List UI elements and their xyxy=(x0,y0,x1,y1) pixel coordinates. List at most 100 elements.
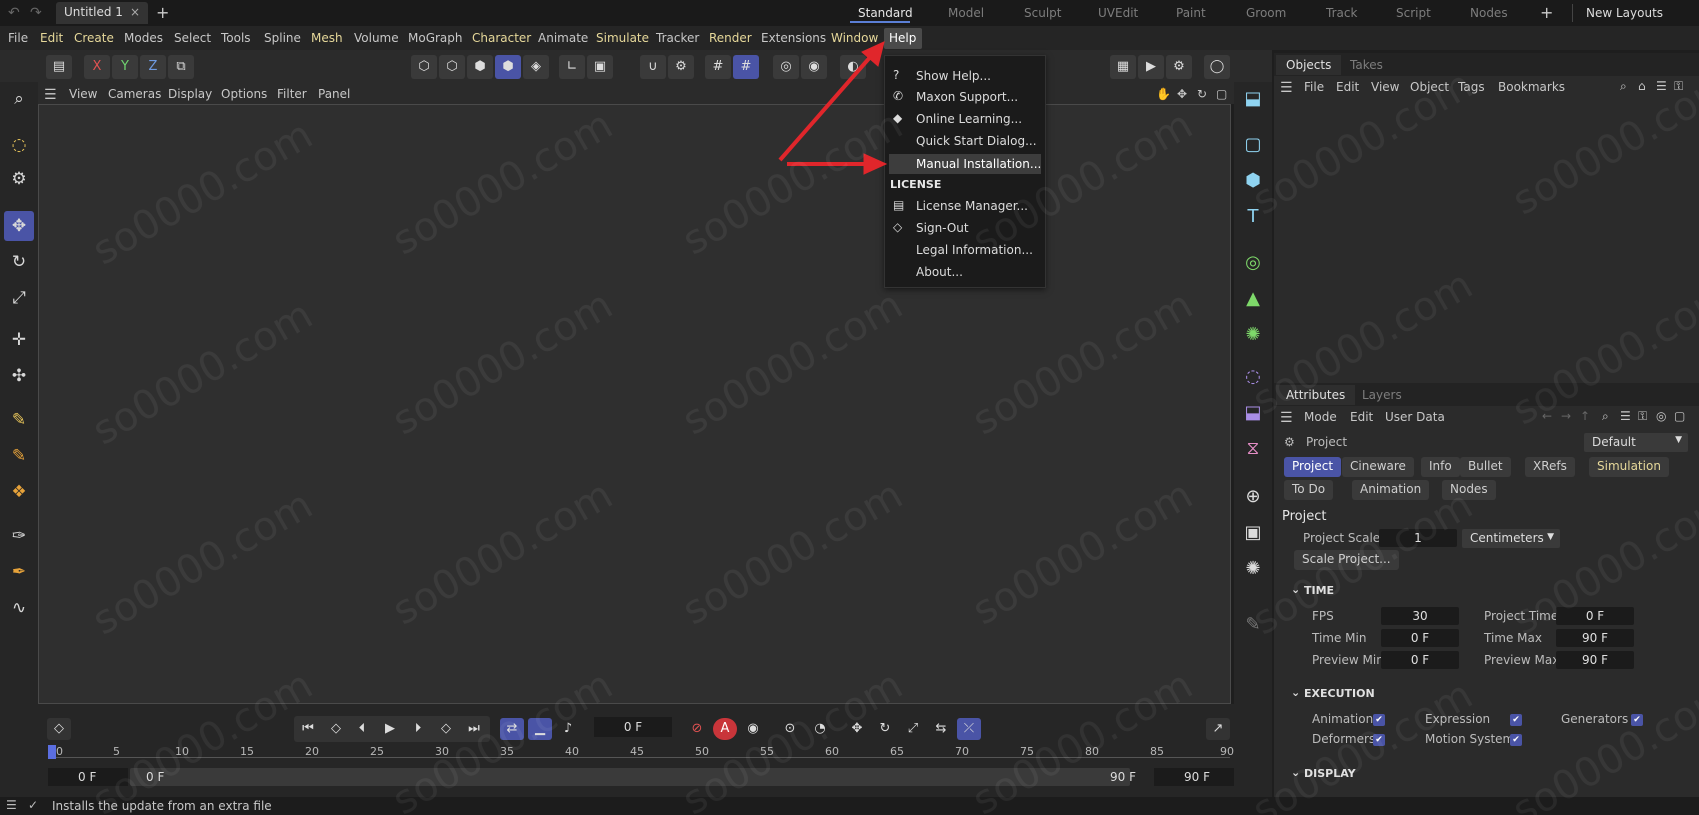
viewport-menu-cameras[interactable]: Cameras xyxy=(108,87,161,101)
execution-section-chevron[interactable]: ⌄ xyxy=(1291,686,1300,699)
selection-tool-icon[interactable]: ◌ xyxy=(4,130,34,160)
current-frame-field[interactable]: 0 F xyxy=(594,717,672,737)
fps-input[interactable]: 30 xyxy=(1381,607,1459,625)
camera-object-icon[interactable]: ⬓ xyxy=(1238,84,1268,114)
polygons-mode-icon[interactable]: ⬢ xyxy=(467,55,493,79)
model-mode-icon[interactable]: ⬢ xyxy=(495,55,521,79)
playhead[interactable] xyxy=(48,745,56,759)
effector-icon[interactable]: ✺ xyxy=(1238,320,1268,350)
new-layouts-menu[interactable]: New Layouts xyxy=(1586,6,1663,20)
attributes-menu-edit[interactable]: Edit xyxy=(1350,410,1373,424)
points-mode-icon[interactable]: ⬡ xyxy=(411,55,437,79)
render-settings-icon[interactable]: ◉ xyxy=(801,55,827,79)
pill-project[interactable]: Project xyxy=(1284,457,1342,477)
render-settings-edit-icon[interactable]: ⚙ xyxy=(1166,55,1192,79)
snap-tool-icon[interactable]: ✣ xyxy=(4,361,34,391)
prev-frame-icon[interactable]: ⏴ xyxy=(350,718,374,740)
menu-create[interactable]: Create xyxy=(74,31,114,45)
viewport-menu-panel[interactable]: Panel xyxy=(318,87,350,101)
brush-icon[interactable]: ✑ xyxy=(4,521,34,551)
snap-settings-icon[interactable]: ⚙ xyxy=(668,55,694,79)
preview-min-input[interactable]: 0 F xyxy=(1381,651,1459,669)
timeline-expand-icon[interactable]: ↗ xyxy=(1206,718,1230,740)
menu-mesh[interactable]: Mesh xyxy=(311,31,343,45)
unit-dropdown[interactable]: Centimeters ▼ xyxy=(1462,529,1560,548)
objects-menu-bookmarks[interactable]: Bookmarks xyxy=(1498,80,1565,94)
render-picture-viewer-icon[interactable]: ▶ xyxy=(1138,55,1164,79)
up-icon[interactable]: ↑ xyxy=(1580,409,1590,423)
undo-stack-icon[interactable]: ▤ xyxy=(46,55,72,79)
play-icon[interactable]: ▶ xyxy=(378,718,402,740)
pill-simulation[interactable]: Simulation xyxy=(1589,457,1669,477)
objects-menu-edit[interactable]: Edit xyxy=(1336,80,1359,94)
snap-magnet-icon[interactable]: ∪ xyxy=(640,55,666,79)
menu-character[interactable]: Character xyxy=(472,31,531,45)
layout-tab-groom[interactable]: Groom xyxy=(1246,6,1286,20)
viewport-menu-view[interactable]: View xyxy=(69,87,97,101)
menu-simulate[interactable]: Simulate xyxy=(596,31,649,45)
tab-objects[interactable]: Objects xyxy=(1276,55,1342,75)
edges-mode-icon[interactable]: ⬡ xyxy=(439,55,465,79)
menu-item-manual-installation[interactable]: Manual Installation... xyxy=(916,157,1041,171)
tab-takes[interactable]: Takes xyxy=(1350,58,1383,72)
search-icon[interactable]: ⌕ xyxy=(4,84,34,114)
layout-tab-uvedit[interactable]: UVEdit xyxy=(1098,6,1138,20)
next-key-icon[interactable]: ◇ xyxy=(434,718,458,740)
objects-menu-view[interactable]: View xyxy=(1371,80,1399,94)
time-max-input[interactable]: 90 F xyxy=(1556,629,1634,647)
menu-file[interactable]: File xyxy=(8,31,28,45)
solo-icon[interactable]: ▣ xyxy=(587,55,613,79)
objects-menu-icon[interactable]: ☰ xyxy=(1280,80,1293,96)
search-icon[interactable]: ⌕ xyxy=(1602,409,1609,424)
filter-icon[interactable]: ☰ xyxy=(1620,409,1631,423)
add-layout-icon[interactable]: + xyxy=(1540,3,1553,22)
axis-z-button[interactable]: Z xyxy=(140,55,166,79)
menu-spline[interactable]: Spline xyxy=(264,31,301,45)
viewport-menu-display[interactable]: Display xyxy=(168,87,212,101)
transfer-tool-icon[interactable]: ✛ xyxy=(4,325,34,355)
pan-icon[interactable]: ✋ xyxy=(1156,87,1171,101)
home-icon[interactable]: ⌂ xyxy=(1638,79,1646,93)
coordinate-system-icon[interactable]: ⧉ xyxy=(168,55,194,79)
autokey-record-icon[interactable]: A xyxy=(713,718,737,740)
pill-todo[interactable]: To Do xyxy=(1284,480,1334,500)
grid-icon[interactable]: # xyxy=(705,55,731,79)
content-browser-icon[interactable]: ◯ xyxy=(1204,55,1230,79)
pill-animation[interactable]: Animation xyxy=(1352,480,1430,500)
rotate-tool-icon[interactable]: ↻ xyxy=(4,247,34,277)
environment-icon[interactable]: ⊕ xyxy=(1238,482,1268,512)
grid-snap-icon[interactable]: # xyxy=(733,55,759,79)
menu-item-online-learning[interactable]: Online Learning... xyxy=(916,112,1022,126)
light-icon[interactable]: ✺ xyxy=(1238,554,1268,584)
rotation-key-icon[interactable]: ↻ xyxy=(873,718,897,740)
prev-key-icon[interactable]: ◇ xyxy=(324,718,348,740)
layout-tab-script[interactable]: Script xyxy=(1396,6,1431,20)
layout-tab-track[interactable]: Track xyxy=(1326,6,1357,20)
orbit-icon[interactable]: ↻ xyxy=(1197,87,1207,101)
viewport-menu-icon[interactable]: ☰ xyxy=(44,87,57,103)
pen-icon[interactable]: ✒ xyxy=(4,557,34,587)
pill-info[interactable]: Info xyxy=(1421,457,1460,477)
time-min-input[interactable]: 0 F xyxy=(1381,629,1459,647)
render-view-icon[interactable]: ▦ xyxy=(1110,55,1136,79)
menu-item-show-help[interactable]: Show Help... xyxy=(916,69,991,83)
menu-select[interactable]: Select xyxy=(174,31,211,45)
menu-item-quick-start[interactable]: Quick Start Dialog... xyxy=(916,134,1037,148)
lock-icon[interactable]: ◎ xyxy=(773,55,799,79)
live-selection-icon[interactable]: ⚙ xyxy=(4,164,34,194)
preset-dropdown[interactable]: Default ▼ xyxy=(1584,433,1688,452)
lock-icon[interactable]: ⚿ xyxy=(1638,409,1647,424)
view-icon[interactable]: ◐ xyxy=(840,55,866,79)
close-icon[interactable]: × xyxy=(130,5,140,19)
volume-icon[interactable]: ⧖ xyxy=(1238,434,1268,464)
next-frame-icon[interactable]: ⏵ xyxy=(406,718,430,740)
menu-edit[interactable]: Edit xyxy=(40,31,63,45)
pill-cineware[interactable]: Cineware xyxy=(1342,457,1414,477)
null-object-icon[interactable]: ▢ xyxy=(1238,130,1268,160)
spline-icon[interactable]: ∿ xyxy=(4,593,34,623)
pill-bullet[interactable]: Bullet xyxy=(1460,457,1511,477)
layout-tab-nodes[interactable]: Nodes xyxy=(1470,6,1508,20)
move-tool-icon[interactable]: ✥ xyxy=(4,211,34,241)
undo-icon[interactable]: ↶ xyxy=(8,5,20,21)
menu-volume[interactable]: Volume xyxy=(354,31,399,45)
